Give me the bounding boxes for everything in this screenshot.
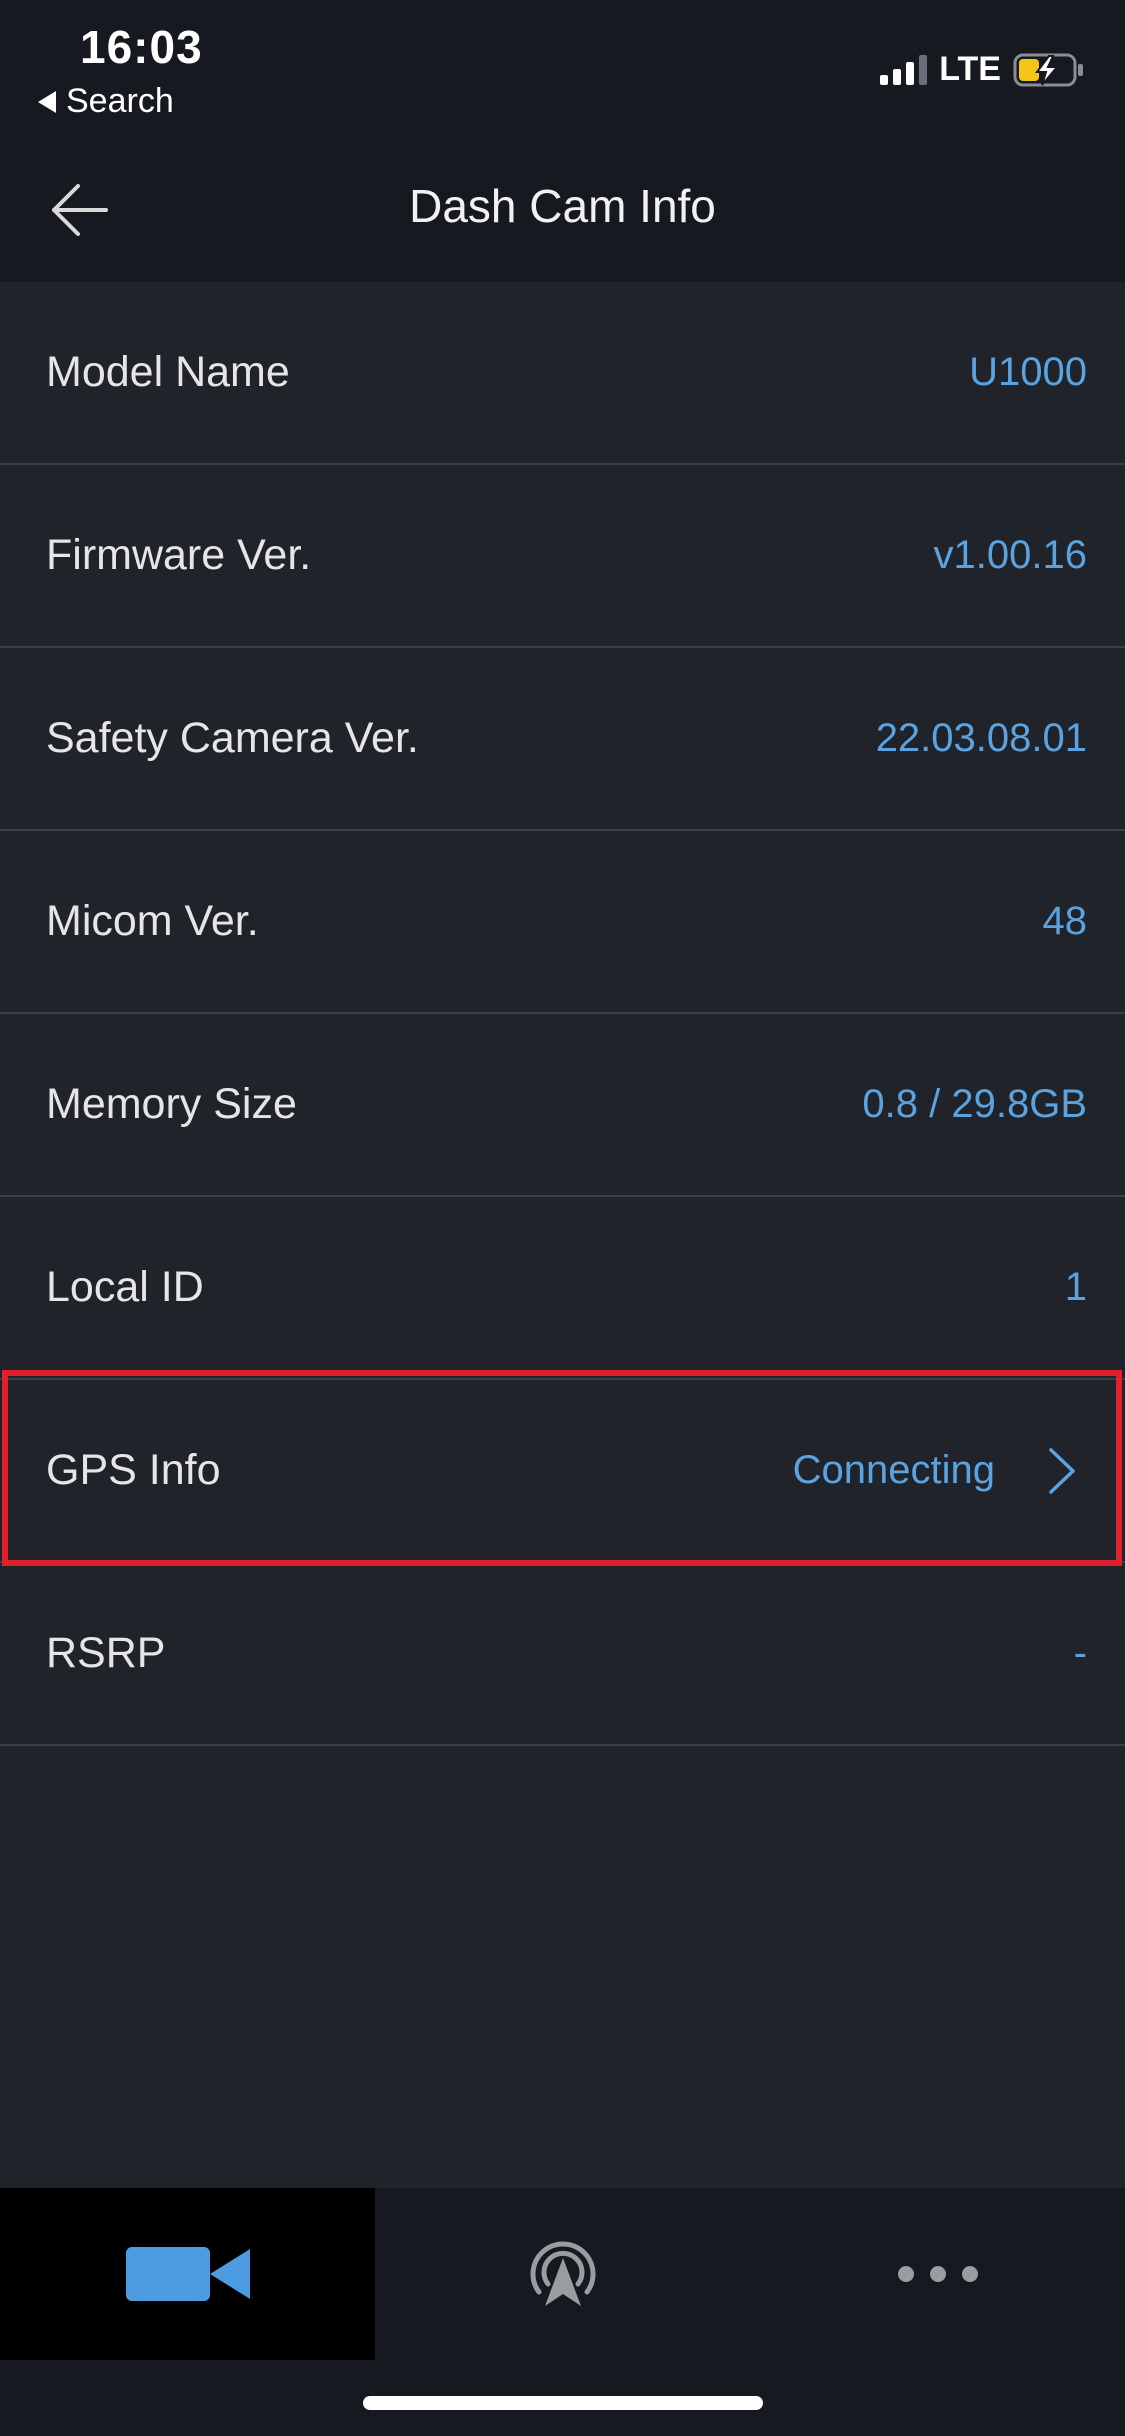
more-dots-icon [897,2266,978,2282]
info-row-firmware-version: Firmware Ver. v1.00.16 [0,465,1125,648]
status-back-label: Search [66,82,174,120]
info-row-safety-camera-version: Safety Camera Ver. 22.03.08.01 [0,648,1125,831]
row-value: 1 [1064,1265,1087,1309]
row-label: Model Name [46,348,290,396]
row-label: RSRP [46,1629,166,1677]
network-type-label: LTE [939,50,1001,88]
dash-cam-info-list: Model Name U1000 Firmware Ver. v1.00.16 … [0,282,1125,1746]
gps-status-value: Connecting [792,1448,995,1492]
video-camera-icon [125,2247,250,2301]
row-label: Memory Size [46,1080,297,1128]
info-row-model-name: Model Name U1000 [0,282,1125,465]
row-label: Micom Ver. [46,897,259,945]
chevron-right-icon [1049,1447,1075,1494]
row-value: - [1073,1631,1087,1675]
row-value: 48 [1042,899,1088,943]
info-row-micom-version: Micom Ver. 48 [0,831,1125,1014]
row-value: U1000 [969,350,1087,394]
cellular-signal-icon [880,54,928,85]
navigation-bar: Dash Cam Info [0,130,1125,282]
status-bar: 16:03 Search LTE [0,0,1125,130]
tab-more[interactable] [750,2188,1125,2360]
row-value: 22.03.08.01 [875,716,1087,760]
page-title: Dash Cam Info [409,180,716,232]
row-label: Local ID [46,1263,204,1311]
arrow-left-icon[interactable] [40,170,120,250]
row-value: v1.00.16 [933,533,1087,577]
back-triangle-icon [38,90,56,113]
row-value: 0.8 / 29.8GB [862,1082,1087,1126]
row-label: Firmware Ver. [46,531,312,579]
home-indicator[interactable] [363,2396,763,2410]
status-indicators: LTE [880,50,1085,89]
battery-charging-icon [1013,53,1083,86]
info-row-local-id: Local ID 1 [0,1197,1125,1380]
row-label: GPS Info [46,1446,221,1494]
row-label: Safety Camera Ver. [46,714,419,762]
status-time: 16:03 [80,21,203,73]
status-back-to-search[interactable]: Search [38,82,174,121]
info-row-gps-info[interactable]: GPS Info Connecting [0,1380,1125,1563]
tab-connectivity[interactable] [375,2188,750,2360]
tab-dash-cam[interactable] [0,2188,375,2360]
info-row-memory-size: Memory Size 0.8 / 29.8GB [0,1014,1125,1197]
info-row-rsrp: RSRP - [0,1563,1125,1746]
wireless-navigation-icon [530,2241,595,2306]
